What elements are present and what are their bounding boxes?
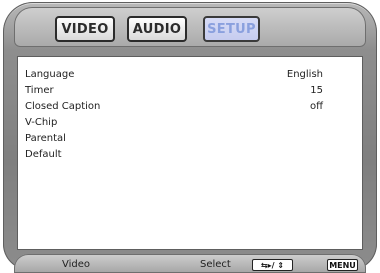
menu-row-value: off [309,101,323,112]
menu-row-parental[interactable]: Parental [25,131,323,147]
menu-row-default[interactable]: Default [25,147,323,163]
nav-key-icon: ⇆▸/ ⇕ [252,259,293,271]
tab-audio[interactable]: AUDIO [127,16,187,42]
menu-row-label: Parental [25,133,66,144]
menu-row-label: Closed Caption [25,101,101,112]
tab-setup-label: SETUP [207,21,256,37]
menu-row-label: V-Chip [25,117,58,128]
menu-row-v-chip[interactable]: V-Chip [25,115,323,131]
footer-bar: Video Select ⇆▸/ ⇕ MENU [14,254,366,273]
footer-left-label: Video [62,259,91,270]
menu-key-icon: MENU [327,259,358,271]
tab-video[interactable]: VIDEO [55,16,115,42]
menu-row-label: Language [25,69,75,80]
menu-row-label: Default [25,149,62,160]
menu-row-label: Timer [25,85,54,96]
tab-video-label: VIDEO [61,21,109,37]
footer-center-label: Select [200,259,231,270]
tab-audio-label: AUDIO [132,21,182,37]
tv-osd-window: VIDEO AUDIO SETUP Language English Timer… [0,0,380,273]
tab-setup[interactable]: SETUP [203,16,260,42]
menu-row-language[interactable]: Language English [25,67,323,83]
menu-row-value: 15 [310,85,323,96]
menu-row-closed-caption[interactable]: Closed Caption off [25,99,323,115]
menu-row-value: English [286,69,323,80]
menu-row-timer[interactable]: Timer 15 [25,83,323,99]
